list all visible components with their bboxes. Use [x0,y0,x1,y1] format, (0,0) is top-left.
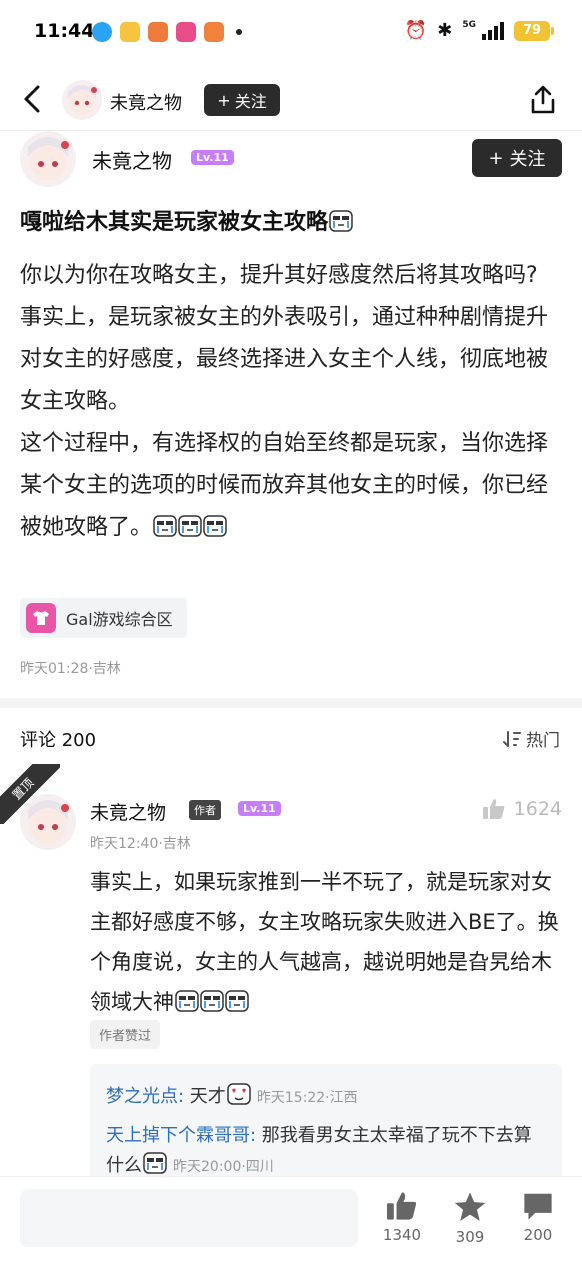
sort-icon [503,730,521,747]
status-notification-icons [92,22,242,42]
nav-author-name[interactable]: 未竟之物 [110,89,182,115]
post-body: 你以为你在攻略女主，提升其好感度然后将其攻略吗? 事实上，是玩家被女主的外表吸引… [20,255,565,549]
comment-avatar[interactable] [20,794,76,850]
reply-user[interactable]: 天上掉下个霖哥哥: [106,1125,256,1146]
status-bar: 11:44 ⏰ ✱ 5G 79 [0,0,582,66]
app-icon [176,22,196,42]
comment-bubble-icon [524,1193,552,1220]
comment-text: 事实上，如果玩家推到一半不玩了，就是玩家对女主都好感度不够，女主攻略玩家失败进入… [90,870,559,1014]
comments-header: 评论 200 热门 [0,708,582,764]
app-icon [204,22,224,42]
nav-follow-button[interactable]: + 关注 [204,84,280,116]
crying-emoji-icon [153,515,177,537]
topic-chip[interactable]: Gal游戏综合区 [20,598,187,638]
post-author-header: 未竟之物 Lv.11 + 关注 [0,130,582,187]
status-time: 11:44 [34,20,95,42]
topic-shirt-icon [26,603,56,633]
crying-emoji-icon [175,990,199,1012]
follow-button[interactable]: + 关注 [472,139,562,177]
share-icon[interactable] [528,84,558,116]
author-liked-chip: 作者赞过 [90,1020,161,1049]
thumbs-up-icon [387,1192,417,1220]
sort-hot-button[interactable]: 热门 [502,726,560,751]
comment-count: 200 [523,1226,553,1244]
crying-emoji-icon [329,210,353,232]
more-dot-icon [236,29,242,35]
comment-author-name[interactable]: 未竟之物 [90,798,166,825]
heart-eyes-emoji-icon [227,1083,251,1105]
like-count: 1340 [382,1226,422,1244]
post-paragraph-text: 这个过程中，有选择权的自始至终都是玩家，当你选择某个女主的选项的时候而放弃其他女… [20,431,549,540]
comment-input[interactable] [20,1189,358,1247]
post-title: 嘎啦给木其实是玩家被女主攻略 [20,204,353,236]
alarm-icon: ⏰ [404,20,428,41]
crying-emoji-icon [143,1152,167,1174]
follow-label: 关注 [509,149,546,170]
author-name[interactable]: 未竟之物 [92,145,172,174]
post-paragraph: 这个过程中，有选择权的自始至终都是玩家，当你选择某个女主的选项的时候而放弃其他女… [20,423,565,549]
crying-emoji-icon [225,990,249,1012]
app-icon [148,22,168,42]
signal-icon [482,21,504,40]
comment-body: 事实上，如果玩家推到一半不玩了，就是玩家对女主都好感度不够，女主攻略玩家失败进入… [90,862,560,1022]
favorite-count: 309 [455,1228,485,1246]
bluetooth-icon: ✱ [437,20,453,41]
comment-meta: 昨天12:40·吉林 [90,836,191,852]
author-avatar[interactable] [20,131,76,187]
reply-item[interactable]: 天上掉下个霖哥哥: 那我看男女主太幸福了玩不下去算什么 昨天20:00·四川 [106,1121,546,1182]
favorite-button[interactable]: 309 [440,1191,500,1246]
section-divider [0,698,582,708]
reply-item[interactable]: 梦之光点: 天才 昨天15:22·江西 [106,1082,546,1113]
thumbs-up-icon [482,799,504,819]
comments-count: 评论 200 [20,730,97,751]
qq-icon [92,22,112,42]
top-nav: 未竟之物 + 关注 [0,70,582,130]
status-right: ⏰ ✱ 5G 79 [404,19,554,41]
level-badge: Lv.11 [191,150,234,165]
sort-label: 热门 [526,731,560,751]
star-icon [454,1192,486,1221]
post-title-text: 嘎啦给木其实是玩家被女主攻略 [20,210,329,235]
battery-icon: 79 [514,20,554,41]
crying-emoji-icon [178,515,202,537]
network-label: 5G [462,19,476,30]
post-paragraph: 事实上，是玩家被女主的外表吸引，通过种种剧情提升对女主的好感度，最终选择进入女主… [20,305,549,414]
author-tag: 作者 [189,800,221,820]
post-paragraph: 你以为你在攻略女主，提升其好感度然后将其攻略吗? [20,263,538,288]
taobao-icon [120,22,140,42]
topic-label: Gal游戏综合区 [66,610,173,629]
reply-meta: 昨天20:00·四川 [173,1159,274,1175]
replies-box[interactable]: 梦之光点: 天才 昨天15:22·江西 天上掉下个霖哥哥: 那我看男女主太幸福了玩… [90,1064,562,1184]
comment-like-count: 1624 [513,798,562,820]
back-icon[interactable] [18,82,48,116]
battery-level: 79 [522,23,542,38]
like-button[interactable]: 1340 [372,1191,432,1244]
bottom-action-bar: 1340 309 200 [0,1176,582,1280]
nav-avatar[interactable] [62,80,102,120]
comment-button[interactable]: 200 [508,1191,568,1244]
post-meta: 昨天01:28·吉林 [20,661,121,677]
reply-text: 天才 [184,1086,226,1107]
plus-icon: + [488,147,504,169]
follow-label: 关注 [234,92,267,111]
comment-like-button[interactable]: 1624 [482,798,562,820]
comment-level-badge: Lv.11 [238,801,281,816]
crying-emoji-icon [200,990,224,1012]
plus-icon: + [217,90,231,110]
crying-emoji-icon [203,515,227,537]
reply-meta: 昨天15:22·江西 [256,1090,358,1106]
reply-user[interactable]: 梦之光点: [106,1086,184,1107]
